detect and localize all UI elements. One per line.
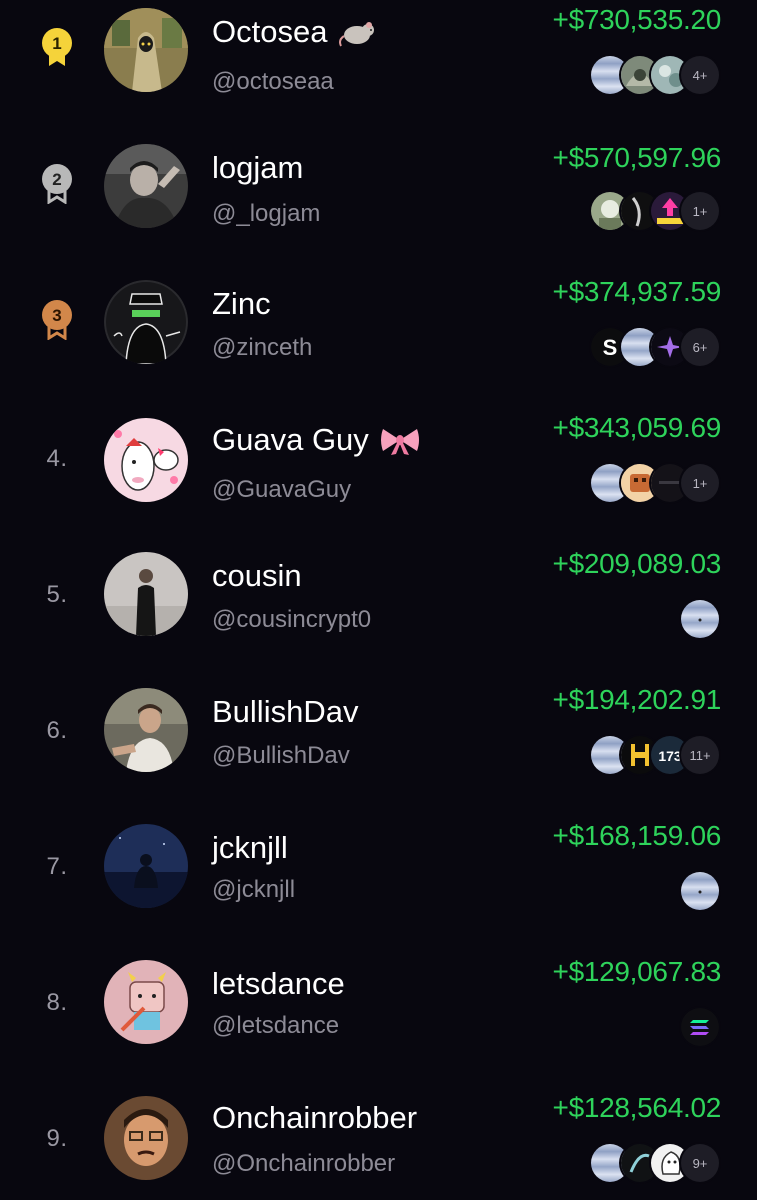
avatar[interactable]: [104, 8, 188, 92]
user-handle: @_logjam: [212, 200, 321, 227]
token-stack: 4+: [591, 56, 719, 94]
silver-medal-icon: 2: [42, 164, 72, 204]
svg-text:S: S: [603, 335, 618, 360]
rank-badge: 5.: [32, 570, 82, 620]
username: jcknjll: [212, 830, 288, 865]
token-stack: [681, 872, 719, 910]
user-handle: @Onchainrobber: [212, 1150, 396, 1177]
user-handle: @jcknjll: [212, 876, 296, 903]
username: BullishDav: [212, 694, 359, 729]
rank-badge: 3: [32, 294, 82, 344]
username: Octosea: [212, 14, 328, 49]
user-handle: @letsdance: [212, 1012, 340, 1039]
avatar[interactable]: [104, 418, 188, 502]
token-stack: [681, 1008, 719, 1046]
avatar[interactable]: [104, 960, 188, 1044]
rank-badge: 7.: [32, 842, 82, 892]
user-handle: @zinceth: [212, 334, 313, 361]
avatar[interactable]: [104, 688, 188, 772]
leaderboard-row[interactable]: 9. Onchainrobber @Onchainrobber +$128,56…: [0, 1088, 757, 1200]
username: logjam: [212, 150, 304, 185]
token-stack: 1+: [591, 192, 719, 230]
leaderboard-row[interactable]: 6. BullishDav @BullishDav +$194,202.91 1…: [0, 680, 757, 816]
svg-text:1: 1: [52, 34, 61, 53]
more-tokens-count[interactable]: 1+: [681, 464, 719, 502]
gold-medal-icon: 1: [42, 28, 72, 66]
token-stack: 1+: [591, 464, 719, 502]
profit-amount: +$730,535.20: [552, 4, 722, 35]
user-handle: @BullishDav: [212, 742, 350, 769]
rank-number: 8.: [46, 989, 68, 1016]
user-handle: @cousincrypt0: [212, 606, 372, 633]
solana-icon[interactable]: [681, 1008, 719, 1046]
profit-amount: +$570,597.96: [552, 142, 722, 173]
token-icon[interactable]: [681, 872, 719, 910]
profit-amount: +$128,564.02: [552, 1092, 722, 1123]
username: Guava Guy: [212, 422, 369, 457]
more-tokens-count[interactable]: 1+: [681, 192, 719, 230]
profit-amount: +$209,089.03: [552, 548, 722, 579]
rank-number: 7.: [46, 853, 68, 880]
profit-amount: +$343,059.69: [552, 412, 722, 443]
username: Zinc: [212, 286, 271, 321]
avatar[interactable]: [104, 552, 188, 636]
profit-amount: +$129,067.83: [552, 956, 722, 987]
rank-number: 5.: [46, 581, 68, 608]
ribbon-bow-emoji-icon: [379, 424, 421, 456]
profit-amount: +$374,937.59: [552, 276, 722, 307]
token-stack: 9+: [591, 1144, 719, 1182]
svg-text:173: 173: [658, 748, 682, 764]
leaderboard-row[interactable]: 5. cousin @cousincrypt0 +$209,089.03: [0, 544, 757, 680]
more-tokens-count[interactable]: 4+: [681, 56, 719, 94]
token-stack: 173 11+: [591, 736, 719, 774]
rank-number: 6.: [46, 717, 68, 744]
token-stack: S 6+: [591, 328, 719, 366]
svg-text:2: 2: [52, 170, 61, 189]
rank-badge: 2: [32, 158, 82, 208]
svg-text:3: 3: [52, 306, 61, 325]
rank-badge: 1: [32, 22, 82, 72]
more-tokens-count[interactable]: 11+: [681, 736, 719, 774]
leaderboard-row[interactable]: 1 Octosea @octoseaa +$730,535.20 4+: [0, 0, 757, 136]
rank-badge: 8.: [32, 978, 82, 1028]
token-stack: [681, 600, 719, 638]
rat-emoji-icon: [337, 16, 379, 48]
rank-badge: 6.: [32, 706, 82, 756]
username: cousin: [212, 558, 302, 593]
leaderboard: 1 Octosea @octoseaa +$730,535.20 4+ 2 lo…: [0, 0, 757, 1200]
user-handle: @octoseaa: [212, 68, 334, 95]
more-tokens-count[interactable]: 6+: [681, 328, 719, 366]
leaderboard-row[interactable]: 8. letsdance @letsdance +$129,067.83: [0, 952, 757, 1088]
username: letsdance: [212, 966, 345, 1001]
username: Onchainrobber: [212, 1100, 418, 1135]
rank-number: 9.: [46, 1125, 68, 1152]
bronze-medal-icon: 3: [42, 300, 72, 340]
rank-number: 4.: [46, 445, 68, 472]
rank-badge: 9.: [32, 1114, 82, 1164]
leaderboard-row[interactable]: 4. Guava Guy @GuavaGuy +$343,059.69 1+: [0, 408, 757, 544]
leaderboard-row[interactable]: 3 Zinc @zinceth +$374,937.59 S 6+: [0, 272, 757, 408]
leaderboard-row[interactable]: 7. jcknjll @jcknjll +$168,159.06: [0, 816, 757, 952]
avatar[interactable]: [104, 1096, 188, 1180]
avatar[interactable]: [104, 824, 188, 908]
more-tokens-count[interactable]: 9+: [681, 1144, 719, 1182]
token-icon[interactable]: [681, 600, 719, 638]
avatar[interactable]: [104, 144, 188, 228]
rank-badge: 4.: [32, 434, 82, 484]
profit-amount: +$194,202.91: [552, 684, 722, 715]
avatar[interactable]: [104, 280, 188, 364]
leaderboard-row[interactable]: 2 logjam @_logjam +$570,597.96 1+: [0, 136, 757, 272]
user-handle: @GuavaGuy: [212, 476, 352, 503]
profit-amount: +$168,159.06: [552, 820, 722, 851]
